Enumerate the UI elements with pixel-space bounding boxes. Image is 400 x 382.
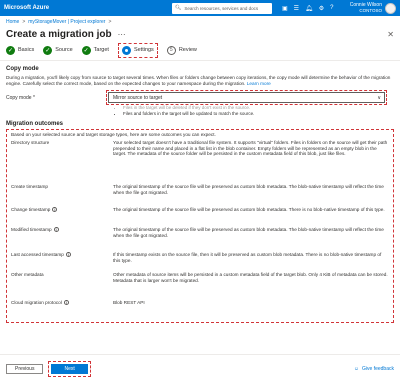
check-icon: ✓ [81,45,91,55]
next-button[interactable]: Next [48,360,91,377]
directory-icon[interactable]: ☰ [294,5,299,12]
check-icon: ✓ [6,45,15,55]
user-org: CONTOSO [359,8,382,13]
help-icon[interactable]: ? [330,5,333,12]
step-review[interactable]: 5 Review [166,45,197,55]
step-source[interactable]: ✓ Source [43,45,73,55]
copy-mode-row: Copy mode * Mirror source to target ∨ [6,90,394,105]
settings-gear-icon[interactable]: ⚙ [319,5,324,12]
step-label: Settings [133,47,154,53]
outcome-value: Other metadata of source items will be p… [113,272,388,283]
feedback-icon: ☺ [353,365,360,372]
outcomes-intro: Based on your selected source and target… [11,132,216,137]
account-info[interactable]: Connie Wilson CONTOSO [350,3,382,14]
outcome-row: Cloud migration protocol i Blob REST API [11,300,389,306]
outcome-label: Directory structure [11,140,50,145]
info-icon[interactable]: i [53,227,59,232]
cloud-shell-icon[interactable]: ▣ [282,5,288,12]
breadcrumb-project-explorer[interactable]: myStorageMover | Project explorer [28,19,105,27]
breadcrumb: Home > myStorageMover | Project explorer… [0,16,400,27]
search-placeholder: Search resources, services and docs [184,5,259,11]
migration-outcomes-panel: Based on your selected source and target… [6,129,394,323]
wizard-steps: ✓ Basics ✓ Source ✓ Target Settings 5 Re… [0,41,400,59]
feedback-label: Give feedback [362,365,394,372]
outcome-value: The original timestamp of the source fil… [113,184,384,195]
outcome-row: Change timestamp i The original timestamp… [11,207,389,227]
title-row: Create a migration job ⋯ ✕ [0,27,400,41]
info-icon[interactable]: i [63,300,69,305]
copy-mode-description-text: During a migration, you'll likely copy f… [6,75,391,86]
step-label: Target [93,47,109,53]
step-number-icon: 5 [166,45,176,55]
brand-title[interactable]: Microsoft Azure [4,5,92,11]
top-icons: ▣ ☰ 🔔︎ ⚙ ? [282,5,333,12]
search-input[interactable]: 🔍︎ Search resources, services and docs [172,2,272,14]
copy-mode-dropdown[interactable]: Mirror source to target ∨ [106,90,387,105]
step-label: Review [178,47,197,53]
footer: Previous Next ☺ Give feedback [0,354,400,382]
outcome-row: Directory structure Your selected target… [11,140,389,184]
step-target[interactable]: ✓ Target [81,45,109,55]
info-icon[interactable]: i [65,252,71,257]
copy-mode-heading: Copy mode [6,66,39,72]
top-bar: Microsoft Azure 🔍︎ Search resources, ser… [0,0,400,16]
outcome-label: Cloud migration protocol i [11,299,69,305]
copy-mode-bullets: Files in the target will be deleted if t… [117,105,394,116]
copy-mode-value: Mirror source to target [113,94,163,101]
info-icon[interactable]: i [52,207,58,212]
outcomes-heading: Migration outcomes [6,121,64,127]
current-step-icon [121,45,131,55]
close-icon[interactable]: ✕ [387,30,394,39]
avatar[interactable] [385,2,396,14]
breadcrumb-separator: > [108,19,112,25]
page-title: Create a migration job [6,28,112,40]
copy-mode-section: Copy mode During a migration, you'll lik… [0,66,400,127]
chevron-down-icon: ∨ [377,95,381,101]
outcome-row: Create timestamp The original timestamp … [11,184,389,207]
outcome-label: Last accessed timestamp i [11,251,71,257]
step-settings[interactable]: Settings [117,42,158,58]
check-icon: ✓ [43,45,53,55]
step-label: Basics [18,47,35,53]
outcome-value: If this timestamp exists on the source f… [113,252,382,263]
notifications-icon[interactable]: 🔔︎ [305,5,313,12]
list-item: Files and folders in the target will be … [123,111,394,117]
step-label: Source [55,47,73,53]
copy-mode-label: Copy mode * [6,95,35,101]
outcome-value: Your selected target doesn't have a trad… [113,140,388,157]
outcome-row: Last accessed timestamp i If this timesta… [11,252,389,272]
outcome-value: The original timestamp of the source fil… [113,207,385,212]
outcome-label: Modified timestamp i [11,226,59,232]
breadcrumb-separator: > [22,19,26,25]
breadcrumb-home[interactable]: Home [6,19,19,27]
learn-more-link[interactable]: Learn more [247,81,271,86]
divider [0,60,400,61]
outcome-label: Other metadata [11,272,44,277]
copy-mode-description: During a migration, you'll likely copy f… [6,75,394,87]
step-basics[interactable]: ✓ Basics [6,45,35,55]
search-icon: 🔍︎ [175,5,182,11]
outcome-value: The original timestamp of the source fil… [113,227,384,238]
outcome-row: Other metadata Other metadata of source … [11,272,389,300]
give-feedback-link[interactable]: ☺ Give feedback [354,366,394,372]
previous-button[interactable]: Previous [6,363,44,374]
outcome-label: Change timestamp i [11,206,58,212]
outcome-label: Create timestamp [11,184,48,189]
outcome-value: Blob REST API [113,300,145,305]
more-options-icon[interactable]: ⋯ [118,30,126,39]
outcome-row: Modified timestamp i The original timesta… [11,227,389,252]
